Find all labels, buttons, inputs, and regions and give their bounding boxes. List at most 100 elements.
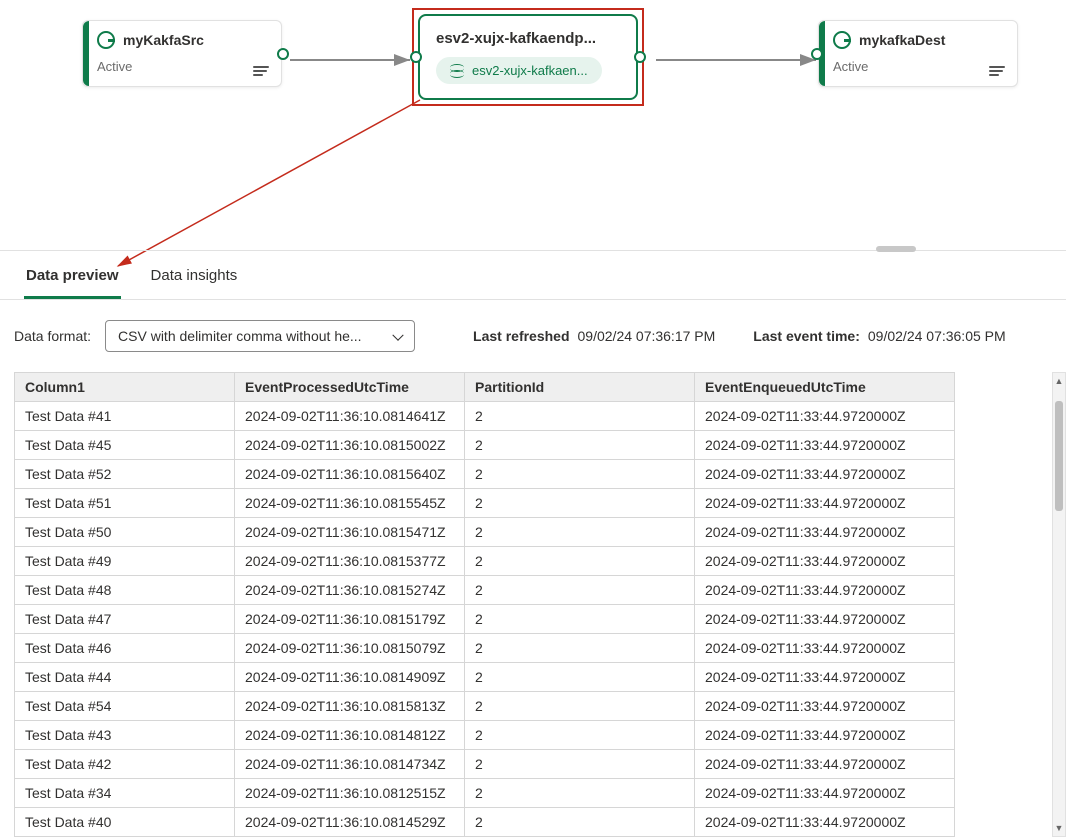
last-event-label: Last event time: [753, 328, 860, 344]
last-refreshed-value: 09/02/24 07:36:17 PM [578, 328, 716, 344]
column-header[interactable]: EventProcessedUtcTime [235, 373, 465, 402]
table-row[interactable]: Test Data #522024-09-02T11:36:10.0815640… [15, 460, 955, 489]
chevron-down-icon [392, 330, 403, 341]
node-in-port[interactable] [811, 48, 823, 60]
table-cell: 2024-09-02T11:33:44.9720000Z [695, 576, 955, 605]
table-cell: Test Data #43 [15, 721, 235, 750]
table-row[interactable]: Test Data #452024-09-02T11:36:10.0815002… [15, 431, 955, 460]
node-source[interactable]: myKakfaSrc Active [82, 20, 282, 87]
table-cell: 2024-09-02T11:33:44.9720000Z [695, 489, 955, 518]
pipeline-canvas[interactable]: myKakfaSrc Active esv2-xujx-kafkaendp...… [0, 0, 1066, 250]
node-dest[interactable]: mykafkaDest Active [818, 20, 1018, 87]
scroll-thumb[interactable] [1055, 401, 1063, 511]
preview-toolbar: Data format: CSV with delimiter comma wi… [0, 300, 1066, 372]
table-cell: Test Data #49 [15, 547, 235, 576]
last-refreshed-label: Last refreshed [473, 328, 569, 344]
table-cell: 2024-09-02T11:33:44.9720000Z [695, 779, 955, 808]
table-cell: 2 [465, 663, 695, 692]
table-cell: 2 [465, 431, 695, 460]
node-in-port[interactable] [410, 51, 422, 63]
table-cell: 2 [465, 518, 695, 547]
table-cell: 2 [465, 721, 695, 750]
bottom-tabs: Data preview Data insights [0, 251, 1066, 300]
table-cell: 2024-09-02T11:36:10.0812515Z [235, 779, 465, 808]
table-cell: Test Data #46 [15, 634, 235, 663]
table-row[interactable]: Test Data #342024-09-02T11:36:10.0812515… [15, 779, 955, 808]
table-cell: 2 [465, 634, 695, 663]
last-event-value: 09/02/24 07:36:05 PM [868, 328, 1006, 344]
table-cell: 2 [465, 547, 695, 576]
node-out-port[interactable] [277, 48, 289, 60]
data-format-value: CSV with delimiter comma without he... [118, 328, 362, 344]
node-chip-label: esv2-xujx-kafkaen... [472, 63, 588, 78]
vertical-scrollbar[interactable]: ▲ ▼ [1052, 372, 1066, 837]
table-cell: Test Data #40 [15, 808, 235, 837]
table-cell: 2024-09-02T11:36:10.0814909Z [235, 663, 465, 692]
table-cell: Test Data #51 [15, 489, 235, 518]
table-cell: Test Data #42 [15, 750, 235, 779]
table-cell: 2024-09-02T11:33:44.9720000Z [695, 605, 955, 634]
table-row[interactable]: Test Data #402024-09-02T11:36:10.0814529… [15, 808, 955, 837]
table-cell: Test Data #45 [15, 431, 235, 460]
table-cell: Test Data #47 [15, 605, 235, 634]
table-cell: 2024-09-02T11:33:44.9720000Z [695, 692, 955, 721]
table-cell: 2024-09-02T11:36:10.0815545Z [235, 489, 465, 518]
scroll-up-icon[interactable]: ▲ [1053, 373, 1065, 389]
table-cell: 2024-09-02T11:36:10.0815179Z [235, 605, 465, 634]
node-menu-button[interactable] [253, 66, 269, 76]
node-title: myKakfaSrc [123, 32, 204, 48]
table-cell: 2024-09-02T11:33:44.9720000Z [695, 547, 955, 576]
node-transform[interactable]: esv2-xujx-kafkaendp... esv2-xujx-kafkaen… [418, 14, 638, 100]
data-preview-table-wrap: Column1EventProcessedUtcTimePartitionIdE… [14, 372, 1052, 837]
drag-handle-icon[interactable] [876, 246, 916, 252]
connector-mid-dest [656, 50, 826, 70]
table-row[interactable]: Test Data #512024-09-02T11:36:10.0815545… [15, 489, 955, 518]
table-row[interactable]: Test Data #492024-09-02T11:36:10.0815377… [15, 547, 955, 576]
tab-data-preview[interactable]: Data preview [24, 267, 121, 299]
scroll-down-icon[interactable]: ▼ [1053, 820, 1065, 836]
last-refreshed: Last refreshed 09/02/24 07:36:17 PM [473, 328, 715, 344]
column-header[interactable]: PartitionId [465, 373, 695, 402]
table-cell: 2024-09-02T11:33:44.9720000Z [695, 402, 955, 431]
data-format-select[interactable]: CSV with delimiter comma without he... [105, 320, 415, 352]
tab-data-insights[interactable]: Data insights [149, 267, 240, 299]
table-cell: Test Data #52 [15, 460, 235, 489]
table-cell: Test Data #44 [15, 663, 235, 692]
node-title: mykafkaDest [859, 32, 945, 48]
data-preview-table: Column1EventProcessedUtcTimePartitionIdE… [14, 372, 955, 837]
table-cell: 2 [465, 808, 695, 837]
node-out-port[interactable] [634, 51, 646, 63]
table-row[interactable]: Test Data #442024-09-02T11:36:10.0814909… [15, 663, 955, 692]
table-cell: 2024-09-02T11:33:44.9720000Z [695, 750, 955, 779]
data-format-label: Data format: [14, 328, 91, 344]
table-cell: 2 [465, 750, 695, 779]
table-cell: 2024-09-02T11:36:10.0815640Z [235, 460, 465, 489]
table-row[interactable]: Test Data #462024-09-02T11:36:10.0815079… [15, 634, 955, 663]
table-row[interactable]: Test Data #412024-09-02T11:36:10.0814641… [15, 402, 955, 431]
table-cell: 2 [465, 402, 695, 431]
table-row[interactable]: Test Data #422024-09-02T11:36:10.0814734… [15, 750, 955, 779]
table-cell: 2024-09-02T11:36:10.0814734Z [235, 750, 465, 779]
table-row[interactable]: Test Data #472024-09-02T11:36:10.0815179… [15, 605, 955, 634]
node-menu-button[interactable] [989, 66, 1005, 76]
table-row[interactable]: Test Data #502024-09-02T11:36:10.0815471… [15, 518, 955, 547]
node-chip[interactable]: esv2-xujx-kafkaen... [436, 57, 602, 84]
table-cell: Test Data #54 [15, 692, 235, 721]
table-row[interactable]: Test Data #482024-09-02T11:36:10.0815274… [15, 576, 955, 605]
table-cell: 2024-09-02T11:36:10.0814641Z [235, 402, 465, 431]
table-row[interactable]: Test Data #542024-09-02T11:36:10.0815813… [15, 692, 955, 721]
panel-divider[interactable] [0, 250, 1066, 251]
table-cell: Test Data #50 [15, 518, 235, 547]
table-cell: 2024-09-02T11:36:10.0815079Z [235, 634, 465, 663]
table-cell: 2024-09-02T11:36:10.0815002Z [235, 431, 465, 460]
stream-out-icon [833, 31, 851, 49]
node-selection-highlight: esv2-xujx-kafkaendp... esv2-xujx-kafkaen… [412, 8, 644, 106]
column-header[interactable]: EventEnqueuedUtcTime [695, 373, 955, 402]
table-cell: 2 [465, 779, 695, 808]
table-cell: Test Data #41 [15, 402, 235, 431]
table-cell: 2 [465, 576, 695, 605]
annotation-arrow [110, 96, 440, 276]
column-header[interactable]: Column1 [15, 373, 235, 402]
table-cell: 2 [465, 460, 695, 489]
table-row[interactable]: Test Data #432024-09-02T11:36:10.0814812… [15, 721, 955, 750]
